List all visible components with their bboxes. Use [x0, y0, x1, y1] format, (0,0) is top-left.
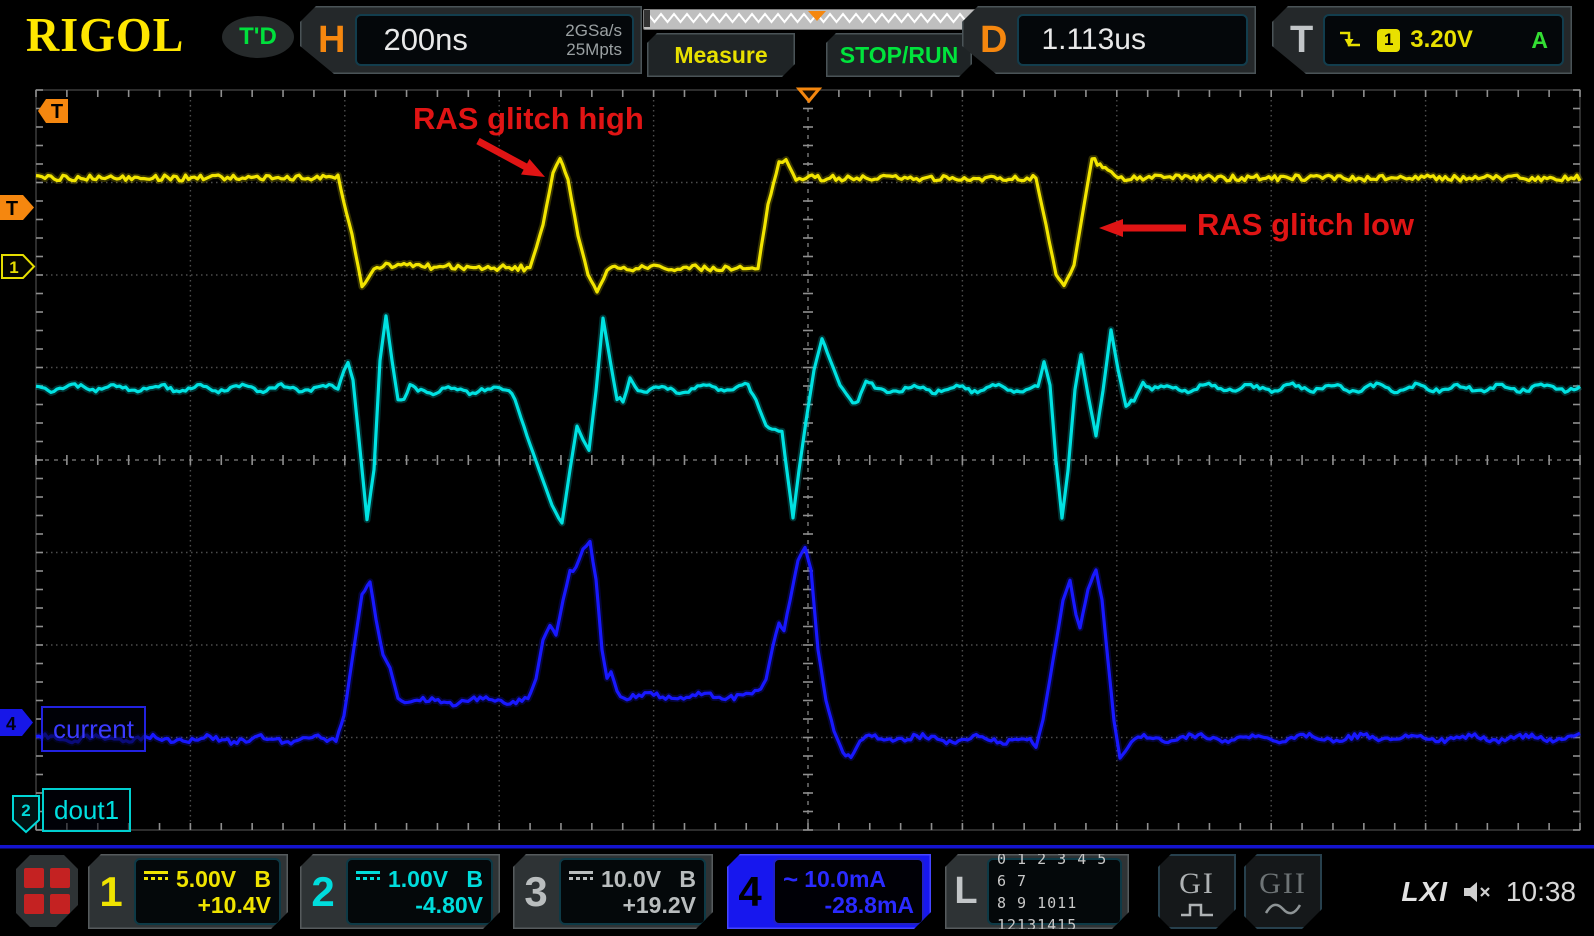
ch4-position-marker-label: 4: [6, 714, 16, 734]
measure-button[interactable]: Measure: [647, 33, 795, 77]
speaker-muted-icon[interactable]: [1462, 879, 1492, 905]
trigger-source-badge: 1: [1377, 29, 1400, 52]
trigger-box: 1 3.20V A: [1323, 14, 1564, 66]
menu-square-icon: [50, 868, 70, 888]
scrollbar-endcap: [644, 10, 650, 27]
sample-rate: 2GSa/s: [565, 21, 622, 40]
generator2-label: GII: [1259, 867, 1307, 901]
scrollbar-position-marker[interactable]: [808, 11, 826, 21]
channel3-scale: 10.0V: [601, 866, 661, 892]
channel3-block[interactable]: 3 10.0V B +19.2V: [513, 854, 713, 929]
dc-coupling-icon: [569, 871, 593, 886]
channel2-bandwidth: B: [466, 866, 483, 892]
rigol-logo: RIGOL: [26, 7, 184, 63]
scrollbar-zigzag: [644, 10, 988, 27]
horizontal-settings-block[interactable]: H 200ns 2GSa/s 25Mpts: [300, 6, 642, 74]
stop-run-button[interactable]: STOP/RUN: [826, 33, 972, 77]
delay-value: 1.113us: [1041, 23, 1146, 57]
menu-button[interactable]: [16, 855, 78, 927]
logic-channels-row1: 0 1 2 3 4 5 6 7: [997, 848, 1120, 892]
trigger-level-value: 3.20V: [1410, 26, 1473, 54]
status-area: LXI 10:38: [1401, 850, 1576, 934]
ch4-bottom-line: [0, 845, 1594, 849]
acquisition-info: 2GSa/s 25Mpts: [565, 21, 622, 59]
channel3-number: 3: [513, 868, 559, 916]
h-label: H: [318, 19, 345, 62]
glitch-high-arrow: [478, 141, 526, 167]
falling-edge-icon: [1337, 29, 1363, 51]
ac-coupling-icon: ~: [783, 869, 798, 889]
trigger-settings-block[interactable]: T 1 3.20V A: [1272, 6, 1572, 74]
ch4-trace-label[interactable]: current: [41, 706, 146, 752]
lxi-logo: LXI: [1401, 876, 1448, 908]
waveform-display-area: T T 1 2 4 RAS glitch high RAS glitch low cur…: [0, 85, 1594, 850]
logic-analyzer-block[interactable]: L 0 1 2 3 4 5 6 7 8 9 1011 12131415: [945, 854, 1129, 929]
timebase-box: 200ns 2GSa/s 25Mpts: [355, 14, 634, 66]
dc-coupling-icon: [144, 871, 168, 886]
generator1-button[interactable]: GI: [1158, 854, 1236, 929]
dc-coupling-icon: [356, 871, 380, 886]
channel3-offset: +19.2V: [569, 892, 696, 918]
horizontal-position-scrollbar[interactable]: [643, 9, 991, 30]
top-status-bar: RIGOL T'D H 200ns 2GSa/s 25Mpts Measure …: [0, 0, 1594, 85]
trigger-status-badge: T'D: [222, 16, 294, 58]
logic-channels-box: 0 1 2 3 4 5 6 7 8 9 1011 12131415: [987, 858, 1122, 925]
delay-box: 1.113us: [1017, 14, 1248, 66]
square-wave-icon: [1177, 901, 1217, 917]
channel1-offset: +10.4V: [144, 892, 271, 918]
menu-square-icon: [24, 868, 44, 888]
channel4-offset: -28.8mA: [783, 892, 914, 918]
generator1-label: GI: [1179, 867, 1215, 901]
memory-depth: 25Mpts: [565, 40, 622, 59]
annotation-glitch-low: RAS glitch low: [1197, 207, 1414, 243]
channel4-scale: 10.0mA: [804, 866, 886, 892]
logic-channels-row2: 8 9 1011 12131415: [997, 892, 1120, 936]
channel3-info-box: 10.0V B +19.2V: [559, 858, 706, 925]
timebase-value: 200ns: [383, 22, 467, 58]
generator2-button[interactable]: GII: [1244, 854, 1322, 929]
sine-wave-icon: [1263, 901, 1303, 917]
ch2-trace-glow: [36, 316, 1580, 523]
channel2-info-box: 1.00V B -4.80V: [346, 858, 493, 925]
t-label: T: [1290, 19, 1313, 62]
ch4-position-marker[interactable]: [0, 709, 33, 736]
channel2-block[interactable]: 2 1.00V B -4.80V: [300, 854, 500, 929]
channel3-bandwidth: B: [679, 866, 696, 892]
trigger-flag-label: T: [51, 101, 63, 123]
glitch-low-arrow-head: [1099, 219, 1123, 237]
channel1-block[interactable]: 1 5.00V B +10.4V: [88, 854, 288, 929]
delay-settings-block[interactable]: D 1.113us: [962, 6, 1256, 74]
channel2-offset: -4.80V: [356, 892, 483, 918]
channel2-number: 2: [300, 868, 346, 916]
channel2-scale: 1.00V: [388, 866, 448, 892]
channel4-number: 4: [727, 868, 773, 916]
menu-square-icon: [24, 894, 44, 914]
channel1-info-box: 5.00V B +10.4V: [134, 858, 281, 925]
annotation-glitch-high: RAS glitch high: [413, 101, 644, 137]
ch1-position-marker-label: 1: [9, 258, 18, 277]
trigger-level-marker-label: T: [6, 198, 18, 220]
clock: 10:38: [1506, 876, 1576, 908]
channel4-info-box: ~ 10.0mA -28.8mA: [773, 858, 924, 925]
trigger-position-triangle[interactable]: [799, 89, 819, 101]
channel4-block-selected[interactable]: 4 ~ 10.0mA -28.8mA: [727, 854, 931, 929]
logic-label: L: [945, 870, 987, 913]
trigger-sweep-mode: A: [1531, 27, 1548, 54]
channel1-number: 1: [88, 868, 134, 916]
channel1-bandwidth: B: [254, 866, 271, 892]
ch2-position-marker-label: 2: [21, 801, 30, 820]
glitch-high-arrow-head: [521, 159, 545, 177]
menu-square-icon: [50, 894, 70, 914]
d-label: D: [980, 19, 1007, 62]
bottom-status-bar: 1 5.00V B +10.4V 2 1.00V B -4.80V 3 10.0…: [0, 850, 1594, 934]
channel1-scale: 5.00V: [176, 866, 236, 892]
scope-canvas: T T 1 2 4: [0, 85, 1594, 850]
ch2-trace-label[interactable]: dout1: [42, 788, 131, 832]
